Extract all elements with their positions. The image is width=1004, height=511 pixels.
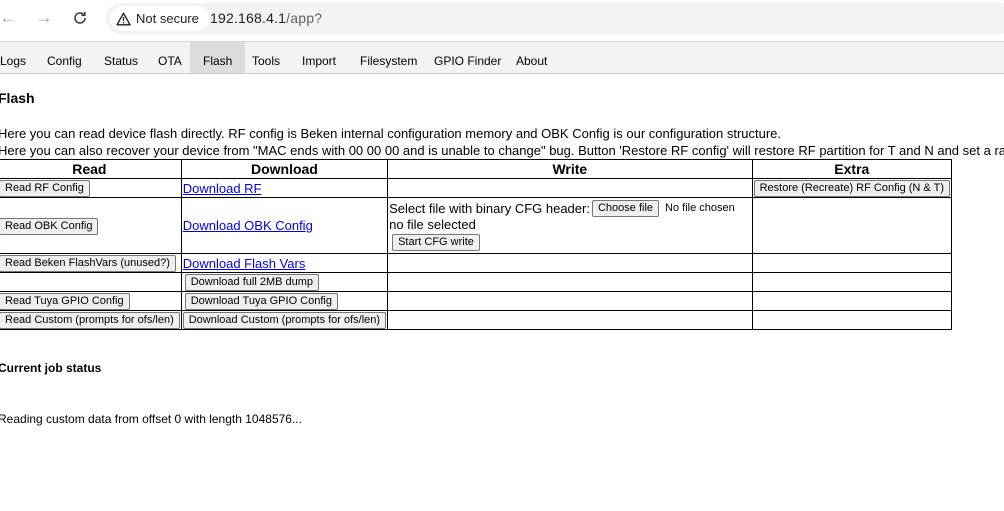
cell-read-obk: Read OBK Config (0, 197, 182, 254)
description-line-2: Here you can also recover your device fr… (0, 143, 1004, 158)
back-arrow-icon[interactable]: ← (0, 6, 22, 30)
tab-logs[interactable]: Logs (0, 42, 35, 73)
download-tuya-gpio-button[interactable]: Download Tuya GPIO Config (184, 293, 338, 310)
cell-read-flashvars: Read Beken FlashVars (unused?) (0, 253, 182, 273)
cell-read-full (0, 272, 182, 292)
read-obk-config-button[interactable]: Read OBK Config (0, 217, 99, 235)
warning-triangle-icon (116, 12, 131, 25)
download-custom-button[interactable]: Download Custom (prompts for ofs/len) (182, 312, 387, 329)
header-extra: Extra (751, 159, 953, 179)
page-title: Flash (0, 90, 35, 106)
forward-arrow-icon[interactable]: → (30, 6, 58, 30)
cell-write-obk: Select file with binary CFG header: Choo… (387, 197, 753, 254)
read-tuya-gpio-button[interactable]: Read Tuya GPIO Config (0, 293, 130, 310)
table-row-custom: Read Custom (prompts for ofs/len) Downlo… (0, 310, 953, 330)
table-row-tuya: Read Tuya GPIO Config Download Tuya GPIO… (0, 291, 953, 311)
download-rf-link[interactable]: Download RF (183, 181, 262, 196)
tab-ota[interactable]: OTA (149, 42, 191, 73)
header-read: Read (0, 159, 182, 179)
read-flashvars-button[interactable]: Read Beken FlashVars (unused?) (0, 255, 176, 272)
cell-extra-tuya (751, 291, 953, 311)
cell-write-full (387, 272, 753, 292)
tab-import[interactable]: Import (293, 42, 345, 73)
cell-download-custom: Download Custom (prompts for ofs/len) (180, 310, 389, 330)
security-label: Not secure (136, 11, 199, 26)
table-row-full-dump: Download full 2MB dump (0, 272, 953, 292)
app-tab-bar: Logs Config Status OTA Flash Tools Impor… (0, 42, 1004, 74)
cell-read-custom: Read Custom (prompts for ofs/len) (0, 310, 182, 330)
download-flash-vars-link[interactable]: Download Flash Vars (183, 256, 306, 271)
cell-download-obk: Download OBK Config (180, 197, 389, 254)
cell-read-tuya: Read Tuya GPIO Config (0, 291, 182, 311)
description-line-1: Here you can read device flash directly.… (0, 126, 782, 141)
cell-extra-obk (751, 197, 953, 254)
choose-file-button[interactable]: Choose file (591, 199, 660, 217)
security-indicator[interactable]: Not secure (110, 6, 209, 31)
tab-flash[interactable]: Flash (190, 42, 246, 73)
cell-write-rf (387, 178, 753, 198)
start-cfg-write-button[interactable]: Start CFG write (392, 233, 480, 251)
table-row-flashvars: Read Beken FlashVars (unused?) Download … (0, 253, 953, 273)
read-rf-config-button[interactable]: Read RF Config (0, 180, 90, 197)
url-path: /app? (286, 10, 323, 26)
download-obk-config-link[interactable]: Download OBK Config (183, 218, 313, 233)
cell-write-tuya (387, 291, 753, 311)
header-write: Write (387, 159, 753, 179)
restore-rf-config-button[interactable]: Restore (Recreate) RF Config (N & T) (753, 180, 950, 197)
header-download: Download (180, 159, 389, 179)
job-status-text: Reading custom data from offset 0 with l… (0, 412, 302, 426)
cell-download-tuya: Download Tuya GPIO Config (180, 291, 389, 311)
cell-extra-custom (751, 310, 953, 330)
tab-gpio-finder[interactable]: GPIO Finder (425, 42, 510, 73)
table-row-rf: Read RF Config Download RF Restore (Recr… (0, 178, 953, 198)
browser-toolbar: ← → Not secure 192.168.4.1/app? (0, 0, 1004, 42)
tab-config[interactable]: Config (38, 42, 91, 73)
file-select-label: Select file with binary CFG header: (389, 200, 590, 216)
start-write-wrapper: Start CFG write (389, 232, 751, 252)
address-bar[interactable]: Not secure 192.168.4.1/app? (106, 3, 1004, 34)
read-custom-button[interactable]: Read Custom (prompts for ofs/len) (0, 312, 180, 329)
file-select-row: Select file with binary CFG header: Choo… (389, 199, 751, 217)
url-text[interactable]: 192.168.4.1/app? (210, 10, 322, 26)
tab-status[interactable]: Status (95, 42, 147, 73)
no-file-chosen-text: No file chosen (665, 202, 735, 214)
tab-about[interactable]: About (507, 42, 556, 73)
no-file-selected-text: no file selected (389, 216, 476, 232)
download-full-dump-button[interactable]: Download full 2MB dump (184, 274, 320, 291)
cell-extra-flashvars (751, 253, 953, 273)
cell-download-full: Download full 2MB dump (180, 272, 389, 292)
reload-glyph (74, 11, 86, 24)
cell-write-flashvars (387, 253, 753, 273)
cell-extra-full (751, 272, 953, 292)
job-status-title: Current job status (0, 361, 102, 375)
table-row-obk: Read OBK Config Download OBK Config Sele… (0, 197, 953, 254)
reload-icon[interactable] (66, 6, 94, 30)
flash-table: Read Download Write Extra Read RF Config… (0, 159, 953, 330)
tab-filesystem[interactable]: Filesystem (351, 42, 426, 73)
cell-read-rf: Read RF Config (0, 178, 182, 198)
cell-write-custom (387, 310, 753, 330)
cell-download-rf: Download RF (180, 178, 389, 198)
cell-extra-rf: Restore (Recreate) RF Config (N & T) (751, 178, 953, 198)
url-host: 192.168.4.1 (210, 10, 287, 26)
cell-download-flashvars: Download Flash Vars (180, 253, 389, 273)
table-header-row: Read Download Write Extra (0, 159, 953, 179)
tab-tools[interactable]: Tools (243, 42, 289, 73)
